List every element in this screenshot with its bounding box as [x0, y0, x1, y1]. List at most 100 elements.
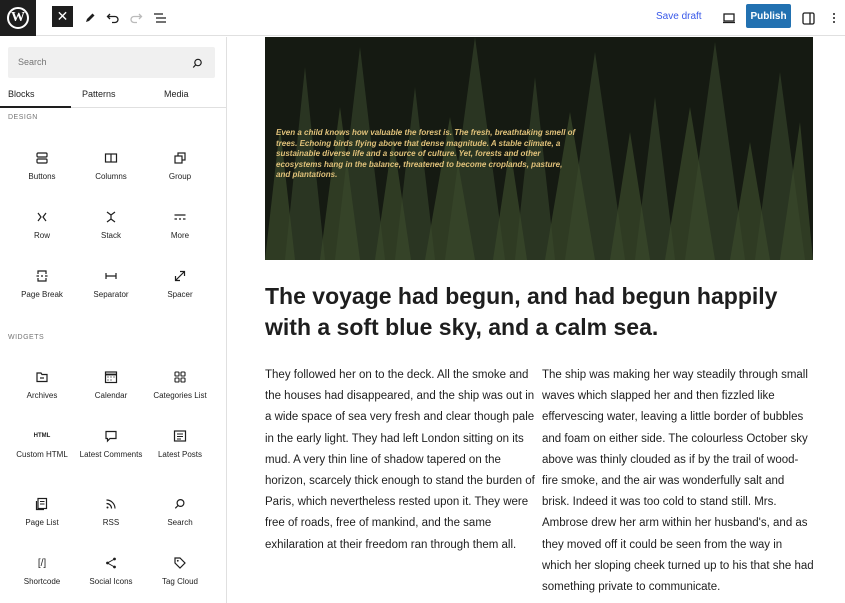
shortcode-glyph: [/] [37, 557, 47, 569]
block-label: Social Icons [89, 577, 133, 586]
more-icon [145, 207, 215, 227]
block-separator[interactable]: Separator [76, 266, 146, 300]
block-buttons[interactable]: Buttons [7, 148, 77, 182]
block-label: Columns [95, 172, 127, 181]
post-heading[interactable]: The voyage had begun, and had begun happ… [265, 281, 813, 343]
share-icon [76, 553, 146, 573]
options-button[interactable] [822, 6, 845, 30]
settings-sidebar-button[interactable] [796, 6, 820, 30]
publish-button[interactable]: Publish [746, 4, 791, 28]
block-label: Latest Posts [157, 450, 203, 459]
close-icon: ✕ [56, 8, 69, 24]
block-tag-cloud[interactable]: Tag Cloud [145, 553, 215, 587]
block-latest-posts[interactable]: Latest Posts [145, 426, 215, 460]
pencil-icon [86, 13, 95, 22]
latest-posts-icon [145, 426, 215, 446]
block-search[interactable]: Search [145, 494, 215, 528]
block-label: Shortcode [23, 577, 61, 586]
block-label: Row [33, 231, 50, 240]
block-label: Latest Comments [79, 450, 143, 459]
block-inserter-panel: Search Blocks Patterns Media DESIGN Butt… [0, 37, 227, 603]
row-icon [7, 207, 77, 227]
html-glyph: HTML [33, 433, 51, 439]
wordpress-logo-button[interactable]: W [0, 0, 36, 36]
cover-block[interactable]: Even a child knows how valuable the fore… [265, 37, 813, 260]
block-label: RSS [102, 518, 120, 527]
tab-patterns[interactable]: Patterns [82, 89, 116, 99]
search-placeholder: Search [18, 57, 47, 67]
redo-icon [130, 13, 143, 24]
editor-canvas: Even a child knows how valuable the fore… [228, 37, 845, 603]
undo-button[interactable] [101, 6, 125, 30]
tab-blocks[interactable]: Blocks [8, 89, 35, 99]
shortcode-icon: [/] [7, 553, 77, 573]
block-group[interactable]: Group [145, 148, 215, 182]
block-label: Page List [25, 518, 59, 527]
block-latest-comments[interactable]: Latest Comments [76, 426, 146, 460]
paragraph-column-left[interactable]: They followed her on to the deck. All th… [265, 365, 537, 556]
block-page-list[interactable]: Page List [7, 494, 77, 528]
category-design-label: DESIGN [8, 114, 38, 121]
wordpress-logo-icon: W [7, 7, 29, 29]
tag-icon [145, 553, 215, 573]
document-overview-button[interactable] [148, 6, 172, 30]
search-icon [192, 56, 203, 74]
block-rss[interactable]: RSS [76, 494, 146, 528]
list-view-icon [154, 13, 166, 23]
logo-letter: W [11, 10, 25, 25]
spacer-icon [145, 266, 215, 286]
block-label: Separator [93, 290, 129, 299]
comment-icon [76, 426, 146, 446]
close-inserter-button[interactable]: ✕ [52, 6, 73, 27]
block-shortcode[interactable]: [/] Shortcode [7, 553, 77, 587]
block-social-icons[interactable]: Social Icons [76, 553, 146, 587]
desktop-preview-icon [723, 13, 735, 24]
block-label: Buttons [28, 172, 56, 181]
archives-icon [7, 367, 77, 387]
preview-button[interactable] [717, 6, 741, 30]
rss-icon [76, 494, 146, 514]
block-label: Custom HTML [16, 450, 68, 459]
block-custom-html[interactable]: HTML Custom HTML [7, 426, 77, 460]
block-row[interactable]: Row [7, 207, 77, 241]
block-label: Page Break [21, 290, 63, 299]
block-search-input[interactable]: Search [8, 47, 215, 78]
cover-quote-text[interactable]: Even a child knows how valuable the fore… [276, 128, 576, 181]
undo-icon [106, 13, 119, 24]
calendar-icon [76, 367, 146, 387]
block-label: Archives [26, 391, 58, 400]
block-spacer[interactable]: Spacer [145, 266, 215, 300]
tab-media[interactable]: Media [164, 89, 189, 99]
block-label: Tag Cloud [161, 577, 199, 586]
block-page-break[interactable]: Page Break [7, 266, 77, 300]
redo-button[interactable] [124, 6, 148, 30]
block-label: More [170, 231, 190, 240]
paragraph-column-right[interactable]: The ship was making her way steadily thr… [542, 365, 814, 598]
more-vertical-icon [833, 13, 835, 23]
category-widgets-label: WIDGETS [8, 334, 45, 341]
page-break-icon [7, 266, 77, 286]
block-columns[interactable]: Columns [76, 148, 146, 182]
inserter-tabs: Blocks Patterns Media [0, 83, 226, 108]
block-label: Search [167, 518, 193, 527]
block-archives[interactable]: Archives [7, 367, 77, 401]
stack-icon [76, 207, 146, 227]
block-more[interactable]: More [145, 207, 215, 241]
html-icon: HTML [7, 426, 77, 446]
search-icon [145, 494, 215, 514]
group-icon [145, 148, 215, 168]
active-tab-indicator [0, 106, 71, 108]
block-label: Spacer [167, 290, 193, 299]
columns-icon [76, 148, 146, 168]
block-label: Group [168, 172, 192, 181]
block-label: Calendar [94, 391, 128, 400]
block-label: Stack [100, 231, 121, 240]
page-list-icon [7, 494, 77, 514]
save-draft-button[interactable]: Save draft [656, 11, 702, 22]
block-stack[interactable]: Stack [76, 207, 146, 241]
block-categories-list[interactable]: Categories List [145, 367, 215, 401]
editor-top-toolbar: W ✕ Save draft Publish [0, 0, 845, 36]
tools-button[interactable] [78, 6, 102, 30]
separator-icon [76, 266, 146, 286]
block-calendar[interactable]: Calendar [76, 367, 146, 401]
